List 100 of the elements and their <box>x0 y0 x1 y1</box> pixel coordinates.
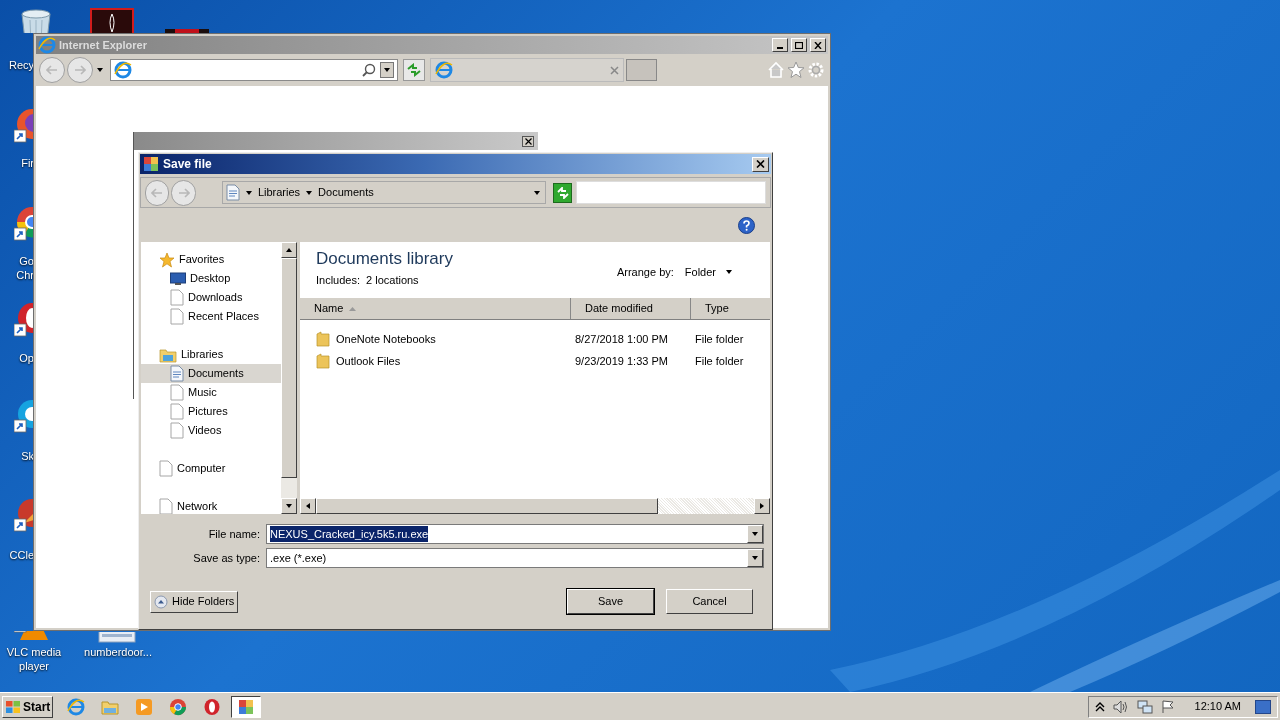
save-type-dropdown[interactable]: .exe (*.exe) <box>266 548 764 568</box>
folder-icon <box>159 346 177 363</box>
dialog-button[interactable]: Save <box>567 589 654 614</box>
close-icon <box>524 137 532 145</box>
page-icon <box>170 403 184 420</box>
window-title: Internet Explorer <box>59 37 148 53</box>
forward-arrow-icon <box>74 65 86 75</box>
date-cell-text: 8/27/2018 1:00 PM <box>574 331 669 347</box>
nav-tree-item[interactable]: Recent Places <box>141 307 281 326</box>
horizontal-scrollbar[interactable] <box>300 498 770 514</box>
file-name-field[interactable]: NEXUS_Cracked_icy.5k5.ru.exe <box>266 524 764 544</box>
close-icon <box>814 41 822 49</box>
document-app-icon[interactable] <box>90 8 134 33</box>
desktop-icon-label: Fir <box>21 156 34 170</box>
nav-tree-item[interactable]: Libraries <box>141 345 281 364</box>
maximize-button[interactable] <box>791 38 807 52</box>
refresh-button[interactable] <box>403 59 425 81</box>
page-icon <box>170 308 184 325</box>
start-button[interactable]: Start <box>2 695 54 718</box>
monitor-icon <box>170 271 186 286</box>
breadcrumb-item[interactable]: Libraries <box>257 184 301 201</box>
network-icon[interactable] <box>1136 699 1153 714</box>
help-icon[interactable] <box>738 216 755 234</box>
scrollbar-thumb[interactable] <box>281 258 297 478</box>
back-arrow-icon <box>46 65 58 75</box>
desktop-icon-label: numberdoor... <box>84 645 152 659</box>
file-name-cell-text: Outlook Files <box>336 353 401 369</box>
browser-e-icon <box>67 697 86 716</box>
vertical-scrollbar[interactable] <box>281 242 297 514</box>
desktop-icon-label: Op <box>19 351 34 365</box>
date-cell-text: 9/23/2019 1:33 PM <box>574 353 669 369</box>
browser-e-icon <box>38 36 56 54</box>
nav-tree-item[interactable]: Documents <box>141 364 281 383</box>
nav-tree-item[interactable]: Music <box>141 383 281 402</box>
column-header[interactable]: Type <box>691 298 770 319</box>
chevron-up-icon[interactable] <box>1094 701 1105 712</box>
arrange-label: Arrange by: <box>616 265 674 280</box>
page-icon <box>170 384 184 401</box>
dialog-button[interactable]: Cancel <box>666 589 753 614</box>
show-desktop-button[interactable] <box>1255 699 1271 714</box>
clock[interactable]: 12:10 AM <box>1194 698 1241 715</box>
folder-icon <box>316 353 330 369</box>
desktop-icon-label: VLC media <box>6 645 62 659</box>
folder-icon <box>101 698 120 715</box>
breadcrumb-bar[interactable]: Libraries Documents <box>221 181 547 204</box>
window-icon <box>237 697 256 716</box>
column-header[interactable]: Name <box>300 298 571 319</box>
page-icon <box>159 460 173 477</box>
chrome-icon <box>169 697 188 716</box>
folder-icon <box>316 331 330 347</box>
file-row[interactable]: OneNote Notebooks 8/27/2018 1:00 PM File folder <box>300 328 770 350</box>
star-icon <box>159 251 175 268</box>
file-row[interactable]: Outlook Files 9/23/2019 1:33 PM File folder <box>300 350 770 372</box>
close-icon <box>756 160 765 168</box>
desktop-icon-label: player <box>19 659 49 673</box>
locations-link[interactable]: 2 locations <box>366 272 419 289</box>
taskbar-app-button[interactable] <box>231 695 262 718</box>
includes-label: Includes: <box>316 273 361 288</box>
desktop-icon-label: Recy <box>8 58 34 72</box>
search-icon <box>362 63 376 77</box>
nav-tree-item[interactable]: Desktop <box>141 269 281 288</box>
desktop-icon-label: Go <box>19 254 34 268</box>
library-title: Documents library <box>316 248 453 270</box>
speaker-icon[interactable] <box>1112 699 1129 714</box>
save-type-label: Save as type: <box>192 550 260 566</box>
browser-e-icon <box>435 61 453 79</box>
nav-tree-item[interactable]: Network <box>141 497 281 514</box>
desktop-icon-label: CCle <box>9 548 34 562</box>
file-name-cell-text: OneNote Notebooks <box>336 331 436 347</box>
refresh-button[interactable] <box>553 182 572 203</box>
forward-arrow-icon <box>177 187 190 198</box>
search-field[interactable] <box>575 181 766 204</box>
type-cell-text: File folder <box>694 353 744 369</box>
document-icon <box>170 365 184 382</box>
document-icon <box>225 184 240 201</box>
nav-tree-item[interactable]: Computer <box>141 459 281 478</box>
scrollbar-thumb[interactable] <box>316 498 658 514</box>
nav-tree-item[interactable]: Videos <box>141 421 281 440</box>
hide-folders-button[interactable]: Hide Folders <box>150 590 239 613</box>
nav-tree-item[interactable]: Favorites <box>141 250 281 269</box>
page-icon <box>170 289 184 306</box>
play-icon <box>135 697 154 716</box>
nav-tree-item[interactable]: Downloads <box>141 288 281 307</box>
maximize-icon <box>795 41 803 49</box>
window-icon <box>142 155 160 173</box>
close-button[interactable] <box>522 135 534 147</box>
minimize-button[interactable] <box>772 38 788 52</box>
page-icon <box>170 422 184 439</box>
file-name-label: File name: <box>207 526 260 542</box>
desktop-icon-label: Chr <box>16 268 34 282</box>
dialog-title: Save file <box>163 156 212 173</box>
breadcrumb-item[interactable]: Documents <box>318 184 374 201</box>
refresh-arrows-icon <box>406 63 422 77</box>
favorites-star-icon[interactable] <box>787 61 805 79</box>
column-header[interactable]: Date modified <box>571 298 691 319</box>
nav-tree-item[interactable]: Pictures <box>141 402 281 421</box>
arrange-dropdown[interactable]: Folder <box>684 264 734 281</box>
flag-icon[interactable] <box>1160 699 1175 714</box>
browser-e-icon <box>114 61 132 79</box>
address-bar[interactable] <box>110 59 398 81</box>
